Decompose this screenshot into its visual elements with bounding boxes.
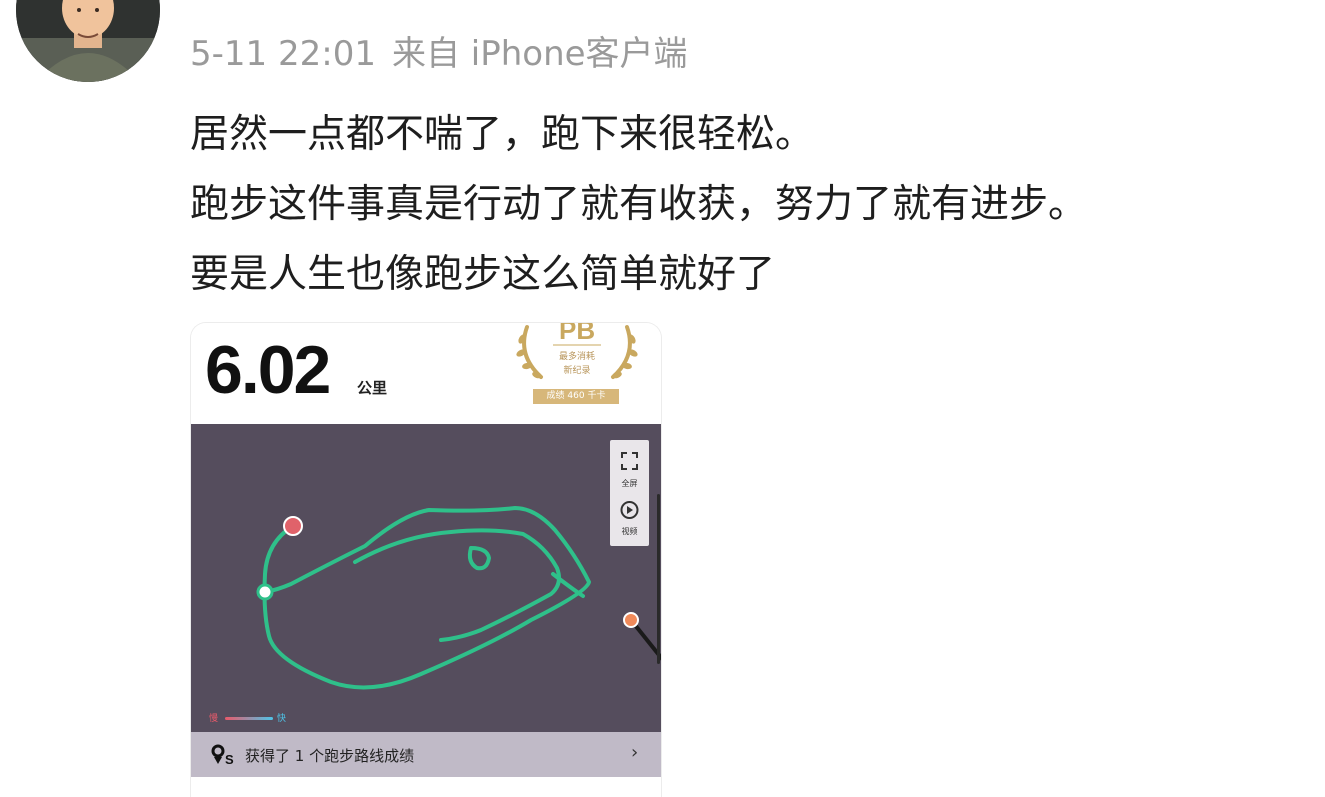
legend-gradient	[225, 717, 273, 720]
legend-fast: 快	[277, 714, 287, 724]
run-record-image[interactable]: 6.02 公里 PB 最多消耗 新纪录 成绩 460 千卡 全屏 视频 慢 快 …	[190, 322, 662, 797]
fullscreen-button-label[interactable]: 全屏	[610, 478, 649, 489]
user-avatar[interactable]	[16, 0, 160, 82]
route-achievement-text: 获得了 1 个跑步路线成绩	[245, 747, 415, 765]
video-button-label[interactable]: 视频	[610, 526, 649, 537]
runner-marker	[623, 612, 639, 628]
pb-calorie-tag: 成绩 460 千卡	[533, 389, 619, 404]
chevron-right-icon: ›	[631, 742, 639, 763]
pb-subtitle: 最多消耗	[558, 352, 595, 362]
post-meta: 5-11 22:01 来自 iPhone客户端	[190, 26, 688, 75]
route-map-drawing	[256, 506, 661, 690]
route-pin-icon: S	[211, 744, 234, 766]
post-line: 跑步这件事真是行动了就有收获，努力了就有进步。	[190, 182, 1088, 227]
end-marker	[283, 516, 303, 536]
post-source[interactable]: 来自 iPhone客户端	[392, 34, 688, 74]
post-line: 要是人生也像跑步这么简单就好了	[190, 252, 776, 297]
route-map[interactable]: 全屏 视频 慢 快	[191, 424, 661, 732]
post-line: 居然一点都不喘了，跑下来很轻松。	[190, 112, 815, 157]
pace-legend: 慢 快	[209, 711, 289, 725]
pb-subtitle-record: 新纪录	[563, 366, 591, 376]
play-icon	[620, 501, 639, 519]
distance-value: 6.02	[205, 332, 331, 408]
fullscreen-icon	[621, 452, 638, 470]
pb-letters: PB	[559, 322, 596, 345]
post-body: 居然一点都不喘了，跑下来很轻松。 跑步这件事真是行动了就有收获，努力了就有进步。…	[190, 100, 1087, 310]
svg-text:S: S	[225, 752, 234, 766]
start-marker	[256, 583, 274, 601]
map-scrollbar[interactable]	[657, 494, 660, 664]
run-summary-header: 6.02 公里 PB 最多消耗 新纪录 成绩 460 千卡	[191, 322, 661, 424]
route-achievement-row[interactable]: S 获得了 1 个跑步路线成绩 ›	[191, 732, 661, 777]
legend-slow: 慢	[209, 714, 219, 724]
post-timestamp: 5-11 22:01	[190, 34, 376, 74]
map-controls: 全屏 视频	[610, 440, 649, 546]
pb-badge: PB 最多消耗 新纪录 成绩 460 千卡	[507, 322, 647, 415]
weibo-post: 5-11 22:01 来自 iPhone客户端 居然一点都不喘了，跑下来很轻松。 …	[0, 0, 1325, 797]
route-path-loop	[467, 546, 491, 571]
distance-unit: 公里	[357, 379, 388, 397]
